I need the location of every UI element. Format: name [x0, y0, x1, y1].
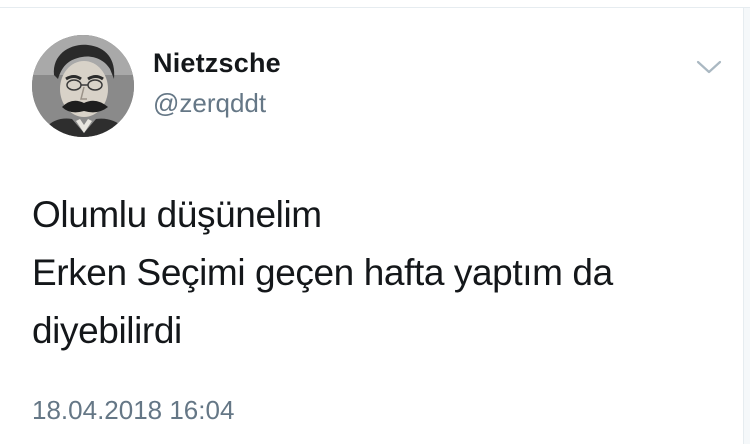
- tweet-text: Olumlu düşünelim Erken Seçimi geçen haft…: [32, 186, 712, 360]
- avatar[interactable]: [32, 35, 134, 137]
- tweet-text-line: Erken Seçimi geçen hafta yaptım da: [32, 252, 613, 293]
- avatar-portrait: [32, 35, 134, 137]
- user-handle[interactable]: @zerqddt: [153, 88, 266, 119]
- tweet-timestamp[interactable]: 18.04.2018 16:04: [32, 395, 234, 426]
- display-name[interactable]: Nietzsche: [153, 48, 281, 79]
- tweet-card: Nietzsche @zerqddt Olumlu düşünelim Erke…: [0, 8, 744, 444]
- tweet-text-line: Olumlu düşünelim: [32, 194, 322, 235]
- chevron-down-icon[interactable]: [693, 56, 725, 78]
- tweet-text-line: diyebilirdi: [32, 310, 182, 351]
- scrollbar-track[interactable]: [743, 8, 750, 444]
